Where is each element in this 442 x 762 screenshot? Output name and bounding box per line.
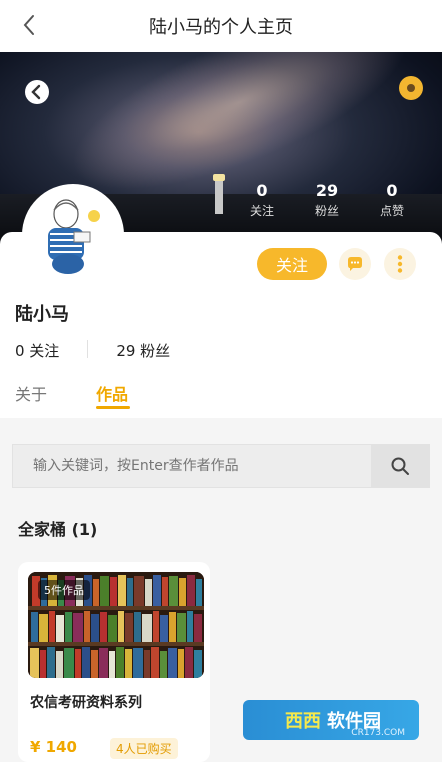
message-button[interactable] <box>339 248 371 280</box>
top-bar: 陆小马的个人主页 <box>0 0 442 52</box>
site-watermark: 西西 软件园 CR173.COM <box>243 700 419 740</box>
stat-label: 粉丝 <box>314 204 339 218</box>
lighthouse <box>213 174 225 214</box>
stat-likes[interactable]: 0 点赞 <box>372 181 412 219</box>
fans-count[interactable]: 29 粉丝 <box>116 340 170 361</box>
stat-value: 0 <box>256 181 268 200</box>
stat-label: 关注 <box>249 204 274 218</box>
avatar-illustration <box>24 186 122 284</box>
product-card[interactable]: 5件作品 农信考研资料系列 ¥ 140 4人已购买 <box>18 562 210 762</box>
more-button[interactable] <box>384 248 416 280</box>
product-price: ¥ 140 <box>30 738 77 756</box>
stat-label: 点赞 <box>379 204 404 218</box>
chat-bubble-icon <box>348 257 362 271</box>
stat-value: 29 <box>315 181 339 200</box>
more-vertical-icon <box>397 255 403 273</box>
back-icon[interactable] <box>18 13 42 37</box>
stat-value: 0 <box>386 181 398 200</box>
avatar[interactable] <box>24 186 122 284</box>
section-title: 全家桶 (1) <box>18 520 98 539</box>
product-cover: 5件作品 <box>28 572 204 678</box>
works-count-badge: 5件作品 <box>38 580 90 600</box>
tab-works[interactable]: 作品 <box>96 381 128 405</box>
profile-counts: 0 关注 29 粉丝 <box>15 340 170 361</box>
cover-back-button[interactable] <box>25 80 49 104</box>
search-button[interactable] <box>371 445 429 487</box>
tab-indicator <box>96 406 130 409</box>
stat-fans[interactable]: 29 粉丝 <box>307 181 347 219</box>
chevron-left-icon <box>31 84 41 100</box>
tab-about[interactable]: 关于 <box>15 381 47 405</box>
follow-button[interactable]: 关注 <box>257 248 327 280</box>
search-icon <box>391 457 409 475</box>
following-count[interactable]: 0 关注 <box>15 340 59 361</box>
search-input[interactable] <box>13 445 371 487</box>
watermark-brand: 西西 <box>285 711 321 732</box>
watermark-domain: CR173.COM <box>351 728 405 738</box>
donut-icon[interactable] <box>399 76 423 100</box>
stat-following[interactable]: 0 关注 <box>242 181 282 219</box>
product-title: 农信考研资料系列 <box>30 695 142 711</box>
profile-name: 陆小马 <box>15 304 69 325</box>
works-search <box>12 444 430 488</box>
divider <box>87 340 89 358</box>
page-title: 陆小马的个人主页 <box>149 17 293 38</box>
